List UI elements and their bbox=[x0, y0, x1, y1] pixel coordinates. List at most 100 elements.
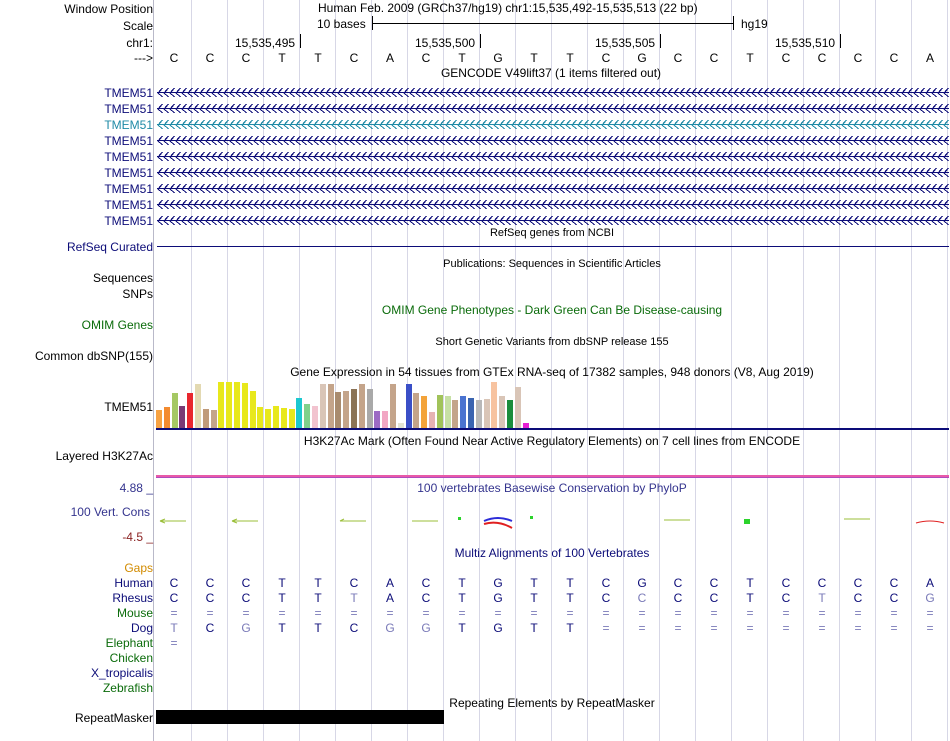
multiz-base: = bbox=[602, 621, 610, 635]
gtex-tissue-bar[interactable] bbox=[405, 384, 412, 428]
gaps-label[interactable]: Gaps bbox=[124, 561, 153, 575]
multiz-base: T bbox=[746, 576, 754, 590]
gtex-tissue-bar[interactable] bbox=[429, 412, 435, 428]
gtex-tissue-bar[interactable] bbox=[499, 396, 506, 428]
refseq-label[interactable]: RefSeq Curated bbox=[67, 240, 153, 254]
gtex-tissue-bar[interactable] bbox=[210, 410, 217, 428]
omim-label[interactable]: OMIM Genes bbox=[82, 318, 153, 332]
gtex-tissue-bar[interactable] bbox=[358, 384, 365, 428]
refseq-title[interactable]: RefSeq genes from NCBI bbox=[490, 227, 614, 239]
publications-label-sequences[interactable]: Sequences bbox=[93, 271, 153, 285]
gtex-tissue-bar[interactable] bbox=[343, 391, 350, 428]
multiz-base: C bbox=[637, 591, 647, 605]
gtex-tissue-bar[interactable] bbox=[382, 411, 389, 428]
dbsnp-label[interactable]: Common dbSNP(155) bbox=[35, 349, 153, 363]
gtex-title[interactable]: Gene Expression in 54 tissues from GTEx … bbox=[290, 365, 814, 379]
gtex-tissue-bar[interactable] bbox=[468, 398, 474, 428]
gtex-tissue-bar[interactable] bbox=[436, 395, 443, 428]
dbsnp-title[interactable]: Short Genetic Variants from dbSNP releas… bbox=[435, 336, 668, 348]
gtex-tissue-bar[interactable] bbox=[234, 382, 240, 428]
base-letter: T bbox=[278, 51, 286, 65]
coord-2: 15,535,500 bbox=[415, 36, 476, 50]
gtex-label[interactable]: TMEM51 bbox=[104, 400, 153, 414]
gtex-tissue-bar[interactable] bbox=[460, 396, 467, 428]
multiz-base: T bbox=[566, 576, 574, 590]
gtex-tissue-bar[interactable] bbox=[312, 406, 318, 428]
gtex-tissue-bar[interactable] bbox=[241, 383, 248, 428]
gtex-tissue-bar[interactable] bbox=[195, 384, 201, 428]
gtex-tissue-bar[interactable] bbox=[179, 406, 186, 428]
gtex-tissue-bar[interactable] bbox=[257, 407, 264, 428]
gencode-transcript-label[interactable]: TMEM51 bbox=[104, 198, 153, 212]
base-letter: T bbox=[458, 51, 466, 65]
multiz-species-label[interactable]: Mouse bbox=[117, 606, 153, 620]
gtex-tissue-bar[interactable] bbox=[163, 407, 170, 428]
gtex-tissue-bar[interactable] bbox=[335, 392, 342, 428]
gencode-transcript-label[interactable]: TMEM51 bbox=[104, 182, 153, 196]
gtex-tissue-bar[interactable] bbox=[218, 382, 225, 428]
h3k27ac-title[interactable]: H3K27Ac Mark (Often Found Near Active Re… bbox=[304, 434, 800, 448]
gtex-tissue-bar[interactable] bbox=[452, 400, 459, 428]
gtex-tissue-bar[interactable] bbox=[475, 400, 482, 428]
gencode-strand-arrows bbox=[157, 168, 949, 177]
gtex-tissue-bar[interactable] bbox=[351, 389, 357, 428]
repeatmasker-block[interactable] bbox=[156, 710, 444, 724]
gencode-transcript-label[interactable]: TMEM51 bbox=[104, 214, 153, 228]
repeatmasker-label[interactable]: RepeatMasker bbox=[75, 711, 153, 725]
gtex-tissue-bar[interactable] bbox=[327, 384, 334, 428]
gencode-transcript-label[interactable]: TMEM51 bbox=[104, 86, 153, 100]
multiz-species-label[interactable]: X_tropicalis bbox=[91, 666, 153, 680]
gtex-tissue-bar[interactable] bbox=[187, 393, 194, 428]
gtex-tissue-bar[interactable] bbox=[491, 382, 498, 428]
gencode-transcript-label[interactable]: TMEM51 bbox=[104, 134, 153, 148]
gtex-tissue-bar[interactable] bbox=[202, 409, 209, 428]
h3k27ac-label[interactable]: Layered H3K27Ac bbox=[56, 449, 153, 463]
multiz-base: T bbox=[350, 591, 358, 605]
base-letter: T bbox=[746, 51, 754, 65]
gtex-tissue-bar[interactable] bbox=[156, 410, 162, 428]
gtex-tissue-bar[interactable] bbox=[304, 404, 311, 428]
multiz-base: = bbox=[710, 606, 718, 620]
gtex-tissue-bar[interactable] bbox=[374, 411, 381, 428]
gtex-tissue-bar[interactable] bbox=[171, 393, 178, 428]
multiz-title[interactable]: Multiz Alignments of 100 Vertebrates bbox=[455, 546, 650, 560]
gtex-tissue-bar[interactable] bbox=[514, 387, 521, 428]
repeatmasker-title[interactable]: Repeating Elements by RepeatMasker bbox=[449, 696, 654, 710]
gtex-tissue-bar[interactable] bbox=[483, 399, 490, 428]
gencode-transcript-label[interactable]: TMEM51 bbox=[104, 150, 153, 164]
phylop-title[interactable]: 100 vertebrates Basewise Conservation by… bbox=[417, 481, 686, 495]
publications-title[interactable]: Publications: Sequences in Scientific Ar… bbox=[443, 258, 661, 270]
multiz-species-label[interactable]: Chicken bbox=[110, 651, 153, 665]
gtex-tissue-bar[interactable] bbox=[265, 409, 272, 428]
multiz-base: = bbox=[566, 606, 574, 620]
phylop-glyphs[interactable] bbox=[0, 510, 950, 534]
gencode-strand-arrows bbox=[157, 184, 949, 193]
multiz-species-label[interactable]: Dog bbox=[131, 621, 153, 635]
gtex-tissue-bar[interactable] bbox=[273, 406, 279, 428]
gencode-transcript-label[interactable]: TMEM51 bbox=[104, 102, 153, 116]
gtex-tissue-bar[interactable] bbox=[280, 408, 287, 428]
multiz-species-label[interactable]: Elephant bbox=[106, 636, 153, 650]
gtex-tissue-bar[interactable] bbox=[421, 396, 428, 428]
refseq-gene-line[interactable] bbox=[157, 246, 949, 247]
gtex-tissue-bar[interactable] bbox=[296, 398, 303, 428]
gencode-strand-arrows bbox=[157, 216, 949, 225]
gtex-tissue-bar[interactable] bbox=[507, 400, 513, 428]
gtex-tissue-bar[interactable] bbox=[249, 391, 256, 428]
gtex-tissue-bar[interactable] bbox=[366, 389, 373, 428]
gencode-title[interactable]: GENCODE V49lift37 (1 items filtered out) bbox=[441, 66, 661, 80]
gencode-transcript-label[interactable]: TMEM51 bbox=[104, 166, 153, 180]
omim-title[interactable]: OMIM Gene Phenotypes - Dark Green Can Be… bbox=[382, 303, 722, 317]
multiz-species-label[interactable]: Rhesus bbox=[112, 591, 153, 605]
gtex-tissue-bar[interactable] bbox=[444, 396, 451, 428]
assembly-position[interactable]: Human Feb. 2009 (GRCh37/hg19) chr1:15,53… bbox=[318, 1, 698, 15]
gtex-tissue-bar[interactable] bbox=[226, 382, 233, 428]
multiz-species-label[interactable]: Zebrafish bbox=[103, 681, 153, 695]
publications-label-snps[interactable]: SNPs bbox=[122, 287, 153, 301]
gtex-tissue-bar[interactable] bbox=[390, 384, 396, 428]
gtex-tissue-bar[interactable] bbox=[288, 409, 295, 428]
multiz-species-label[interactable]: Human bbox=[114, 576, 153, 590]
gtex-tissue-bar[interactable] bbox=[413, 393, 420, 428]
gtex-tissue-bar[interactable] bbox=[319, 384, 326, 428]
gencode-transcript-label[interactable]: TMEM51 bbox=[104, 118, 153, 132]
